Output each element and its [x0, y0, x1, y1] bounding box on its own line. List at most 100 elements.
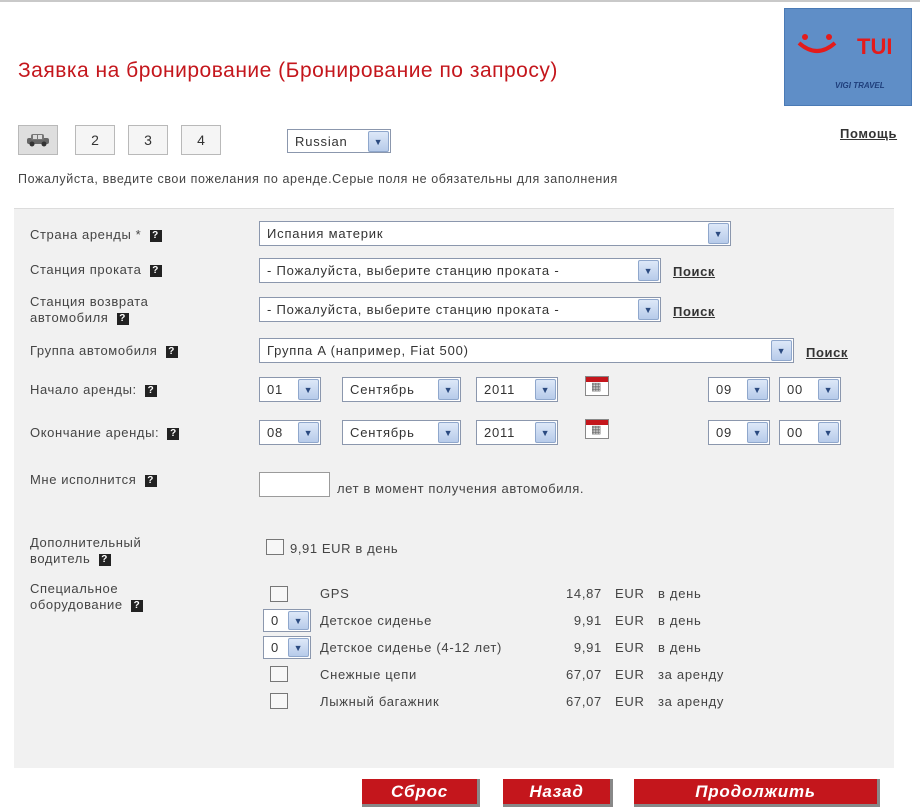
help-icon[interactable]: ?: [116, 312, 129, 325]
equipment-unit: в день: [658, 640, 702, 655]
chevron-down-icon: ▼: [708, 223, 729, 244]
logo-subtext: VIGI TRAVEL: [835, 81, 885, 90]
return-station-select[interactable]: - Пожалуйста, выберите станцию проката -…: [259, 297, 661, 322]
end-hour-select[interactable]: 09 ▼: [708, 420, 770, 445]
car-icon: [27, 134, 49, 147]
extra-driver-label: Дополнительный водитель ?: [30, 535, 142, 566]
equipment-name: Детское сиденье: [320, 613, 433, 628]
start-date-label: Начало аренды: ?: [30, 382, 157, 398]
chevron-down-icon: ▼: [298, 422, 319, 443]
chevron-down-icon: ▼: [535, 379, 556, 400]
chevron-down-icon: ▼: [288, 611, 309, 630]
car-group-select[interactable]: Группа A (например, Fiat 500) ▼: [259, 338, 794, 363]
start-month-select[interactable]: Сентябрь ▼: [342, 377, 461, 402]
pickup-station-label: Станция проката ?: [30, 262, 162, 278]
help-icon[interactable]: ?: [149, 229, 162, 242]
end-month-select[interactable]: Сентябрь ▼: [342, 420, 461, 445]
chevron-down-icon: ▼: [438, 379, 459, 400]
equipment-price: 14,87: [565, 586, 602, 601]
equipment-currency: EUR: [615, 613, 645, 628]
equipment-price: 67,07: [565, 694, 602, 709]
logo-text: TUI: [857, 34, 893, 59]
end-year-select[interactable]: 2011 ▼: [476, 420, 558, 445]
chevron-down-icon: ▼: [818, 379, 839, 400]
chevron-down-icon: ▼: [771, 340, 792, 361]
help-icon[interactable]: ?: [130, 599, 143, 612]
equipment-name: Лыжный багажник: [320, 694, 440, 709]
equipment-price: 9,91: [573, 613, 602, 628]
chevron-down-icon: ▼: [288, 638, 309, 657]
start-year-select[interactable]: 2011 ▼: [476, 377, 558, 402]
chevron-down-icon: ▼: [747, 422, 768, 443]
chevron-down-icon: ▼: [747, 379, 768, 400]
start-minute-select[interactable]: 00 ▼: [779, 377, 841, 402]
pickup-station-select[interactable]: - Пожалуйста, выберите станцию проката -…: [259, 258, 661, 283]
chevron-down-icon: ▼: [438, 422, 459, 443]
country-select[interactable]: Испания материк ▼: [259, 221, 731, 246]
car-group-search-link[interactable]: Поиск: [806, 345, 848, 360]
snow-chains-checkbox[interactable]: [270, 666, 288, 682]
age-label: Мне исполнится ?: [30, 472, 157, 488]
car-group-label: Группа автомобиля ?: [30, 343, 178, 359]
language-select-value: Russian: [295, 133, 348, 149]
help-icon[interactable]: ?: [144, 384, 157, 397]
help-link[interactable]: Помощь: [840, 126, 897, 141]
calendar-icon[interactable]: [585, 419, 609, 439]
end-minute-select[interactable]: 00 ▼: [779, 420, 841, 445]
help-icon[interactable]: ?: [167, 427, 180, 440]
help-icon[interactable]: ?: [165, 345, 178, 358]
equipment-currency: EUR: [615, 586, 645, 601]
child-seat-qty-select[interactable]: 0 ▼: [263, 609, 311, 632]
equipment-price: 67,07: [565, 667, 602, 682]
equipment-name: GPS: [320, 586, 350, 601]
equipment-name: Снежные цепи: [320, 667, 417, 682]
child-seat-4-12-qty-select[interactable]: 0 ▼: [263, 636, 311, 659]
back-button[interactable]: Назад: [503, 779, 613, 807]
step-1-button[interactable]: [18, 125, 58, 155]
tui-logo: TUI VIGI TRAVEL: [784, 8, 912, 106]
end-day-select[interactable]: 08 ▼: [259, 420, 321, 445]
language-select[interactable]: Russian ▼: [287, 129, 391, 153]
extra-driver-price: 9,91 EUR в день: [290, 541, 399, 556]
equipment-unit: в день: [658, 586, 702, 601]
country-select-value: Испания материк: [267, 226, 384, 241]
extra-driver-checkbox[interactable]: [266, 539, 284, 555]
equipment-name: Детское сиденье (4-12 лет): [320, 640, 503, 655]
equipment-unit: за аренду: [658, 667, 725, 682]
return-search-link[interactable]: Поиск: [673, 304, 715, 319]
help-icon[interactable]: ?: [98, 553, 111, 566]
chevron-down-icon: ▼: [535, 422, 556, 443]
chevron-down-icon: ▼: [368, 131, 389, 152]
step-4-button[interactable]: 4: [181, 125, 221, 155]
reset-button[interactable]: Сброс: [362, 779, 480, 807]
equipment-price: 9,91: [573, 640, 602, 655]
tui-smile-icon: [797, 34, 837, 53]
calendar-icon[interactable]: [585, 376, 609, 396]
return-station-value: - Пожалуйста, выберите станцию проката -: [267, 302, 560, 317]
car-group-value: Группа A (например, Fiat 500): [267, 343, 469, 358]
chevron-down-icon: ▼: [298, 379, 319, 400]
chevron-down-icon: ▼: [818, 422, 839, 443]
help-icon[interactable]: ?: [149, 264, 162, 277]
age-input[interactable]: [259, 472, 330, 497]
equipment-currency: EUR: [615, 667, 645, 682]
start-hour-select[interactable]: 09 ▼: [708, 377, 770, 402]
chevron-down-icon: ▼: [638, 260, 659, 281]
special-equipment-label: Специальное оборудование ?: [30, 581, 143, 613]
country-label: Страна аренды * ?: [30, 227, 162, 243]
equipment-currency: EUR: [615, 640, 645, 655]
pickup-search-link[interactable]: Поиск: [673, 264, 715, 279]
chevron-down-icon: ▼: [638, 299, 659, 320]
continue-button[interactable]: Продолжить: [634, 779, 880, 807]
ski-rack-checkbox[interactable]: [270, 693, 288, 709]
step-2-button[interactable]: 2: [75, 125, 115, 155]
end-date-label: Окончание аренды: ?: [30, 425, 180, 441]
pickup-station-value: - Пожалуйста, выберите станцию проката -: [267, 263, 560, 278]
age-suffix: лет в момент получения автомобиля.: [337, 481, 585, 496]
help-icon[interactable]: ?: [144, 474, 157, 487]
start-day-select[interactable]: 01 ▼: [259, 377, 321, 402]
top-border: [0, 0, 920, 2]
step-3-button[interactable]: 3: [128, 125, 168, 155]
equipment-unit: за аренду: [658, 694, 725, 709]
gps-checkbox[interactable]: [270, 586, 288, 602]
